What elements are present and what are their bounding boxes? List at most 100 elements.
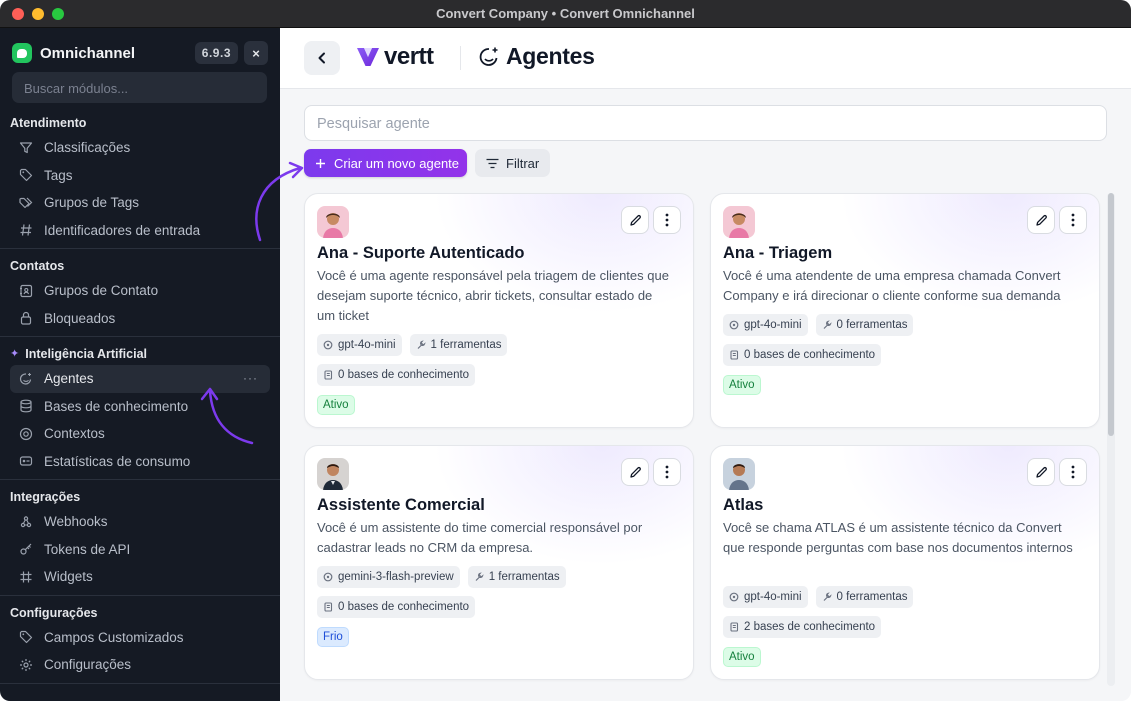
window-title: Convert Company • Convert Omnichannel — [436, 6, 695, 21]
more-options-button[interactable] — [1059, 206, 1087, 234]
brand-name: vertt — [384, 43, 434, 70]
sidebar-item-label: Campos Customizados — [44, 629, 184, 645]
pencil-icon — [629, 466, 641, 478]
sidebar-item-classificacoes[interactable]: Classificações — [10, 134, 270, 162]
sidebar-item-label: Webhooks — [44, 514, 108, 530]
create-agent-button[interactable]: Criar um novo agente — [304, 149, 467, 177]
avatar — [317, 458, 349, 490]
more-options-button[interactable] — [1059, 458, 1087, 486]
tags-icon — [18, 195, 34, 211]
close-sidebar-button[interactable]: × — [244, 41, 268, 65]
pencil-icon — [629, 214, 641, 226]
agent-card[interactable]: Assistente Comercial Você é um assistent… — [304, 445, 694, 680]
more-options-icon[interactable]: ··· — [243, 371, 258, 385]
filter-label: Filtrar — [506, 155, 540, 171]
book-icon — [323, 370, 333, 380]
sidebar-item-estatisticas[interactable]: Estatísticas de consumo — [10, 448, 270, 476]
wrench-icon — [822, 320, 832, 330]
filter-icon — [18, 140, 34, 156]
model-icon — [729, 592, 739, 602]
model-label: gemini-3-flash-preview — [338, 571, 454, 583]
edit-button[interactable] — [1027, 206, 1055, 234]
page-title: Agentes — [506, 43, 595, 69]
more-options-button[interactable] — [653, 206, 681, 234]
sidebar-item-widgets[interactable]: Widgets — [10, 563, 270, 591]
sidebar-item-webhooks[interactable]: Webhooks — [10, 508, 270, 536]
back-button[interactable] — [304, 41, 340, 75]
sidebar-item-agentes[interactable]: Agentes ··· — [10, 365, 270, 393]
sidebar-item-bloqueados[interactable]: Bloqueados — [10, 305, 270, 333]
model-label: gpt-4o-mini — [744, 319, 802, 331]
create-agent-label: Criar um novo agente — [334, 155, 460, 171]
kebab-menu-icon — [1071, 465, 1075, 479]
sidebar-item-grupos-de-contato[interactable]: Grupos de Contato — [10, 277, 270, 305]
sidebar-nav: Atendimento Classificações Tags Grupos d… — [0, 112, 280, 690]
module-search-input[interactable]: Buscar módulos... — [12, 72, 267, 103]
title-bar: Convert Company • Convert Omnichannel — [0, 0, 1131, 28]
sidebar-item-label: Identificadores de entrada — [44, 222, 201, 238]
sidebar-item-label: Tokens de API — [44, 541, 131, 557]
close-window-button[interactable] — [12, 8, 24, 20]
sidebar-item-tokens-api[interactable]: Tokens de API — [10, 536, 270, 564]
edit-button[interactable] — [621, 458, 649, 486]
model-label: gpt-4o-mini — [744, 591, 802, 603]
filter-button[interactable]: Filtrar — [475, 149, 550, 177]
brand-logo: vertt — [356, 43, 434, 71]
tag-icon — [18, 629, 34, 645]
avatar — [723, 458, 755, 490]
sidebar-item-label: Contextos — [44, 426, 105, 442]
tools-label: 1 ferramentas — [488, 571, 560, 583]
sidebar-item-contextos[interactable]: Contextos — [10, 420, 270, 448]
model-icon — [729, 320, 739, 330]
agent-search-input[interactable]: Pesquisar agente — [304, 105, 1107, 141]
lock-icon — [18, 310, 34, 326]
maximize-window-button[interactable] — [52, 8, 64, 20]
wrench-icon — [822, 592, 832, 602]
kebab-menu-icon — [665, 213, 669, 227]
model-label: gpt-4o-mini — [338, 339, 396, 351]
avatar — [723, 206, 755, 238]
sidebar-item-label: Widgets — [44, 569, 93, 585]
sidebar-item-tags[interactable]: Tags — [10, 162, 270, 190]
knowledge-label: 0 bases de conhecimento — [744, 349, 876, 361]
knowledge-label: 2 bases de conhecimento — [744, 621, 876, 633]
tools-chip: 0 ferramentas — [815, 586, 914, 608]
status-badge: Ativo — [723, 375, 761, 395]
edit-button[interactable] — [621, 206, 649, 234]
sidebar-item-label: Bases de conhecimento — [44, 398, 189, 414]
knowledge-label: 0 bases de conhecimento — [338, 601, 470, 613]
agent-card[interactable]: Ana - Triagem Você é uma atendente de um… — [710, 193, 1100, 428]
divider — [0, 682, 280, 684]
minimize-window-button[interactable] — [32, 8, 44, 20]
more-options-button[interactable] — [653, 458, 681, 486]
agent-tags: gpt-4o-mini 0 ferramentas 0 bases de con… — [723, 314, 1083, 366]
sidebar-item-label: Classificações — [44, 140, 131, 156]
hash-icon — [18, 222, 34, 238]
cards-scrollbar[interactable] — [1107, 193, 1115, 686]
agent-icon — [18, 371, 34, 387]
app-name: Omnichannel — [40, 44, 136, 62]
context-icon — [18, 426, 34, 442]
plus-icon — [316, 158, 325, 168]
sidebar-item-label: Configurações — [44, 657, 132, 673]
book-icon — [729, 350, 739, 360]
sidebar-item-grupos-de-tags[interactable]: Grupos de Tags — [10, 189, 270, 217]
divider — [0, 336, 280, 337]
edit-button[interactable] — [1027, 458, 1055, 486]
divider — [0, 594, 280, 596]
sidebar-item-identificadores[interactable]: Identificadores de entrada — [10, 217, 270, 245]
agent-card[interactable]: Atlas Você se chama ATLAS é um assistent… — [710, 445, 1100, 680]
widget-hash-icon — [18, 569, 34, 585]
scrollbar-thumb[interactable] — [1108, 193, 1114, 436]
model-chip: gpt-4o-mini — [723, 314, 808, 336]
agent-card[interactable]: Ana - Suporte Autenticado Você é uma age… — [304, 193, 694, 428]
tools-label: 1 ferramentas — [430, 339, 502, 351]
wrench-icon — [474, 572, 484, 582]
tools-chip: 1 ferramentas — [467, 566, 566, 588]
sidebar-item-campos-customizados[interactable]: Campos Customizados — [10, 624, 270, 652]
sidebar-item-configuracoes[interactable]: Configurações — [10, 651, 270, 679]
status-badge: Ativo — [317, 395, 355, 415]
sidebar-item-bases-de-conhecimento[interactable]: Bases de conhecimento — [10, 393, 270, 421]
agent-description: Você é uma agente responsável pela triag… — [317, 268, 669, 323]
agent-description: Você se chama ATLAS é um assistente técn… — [723, 520, 1073, 555]
